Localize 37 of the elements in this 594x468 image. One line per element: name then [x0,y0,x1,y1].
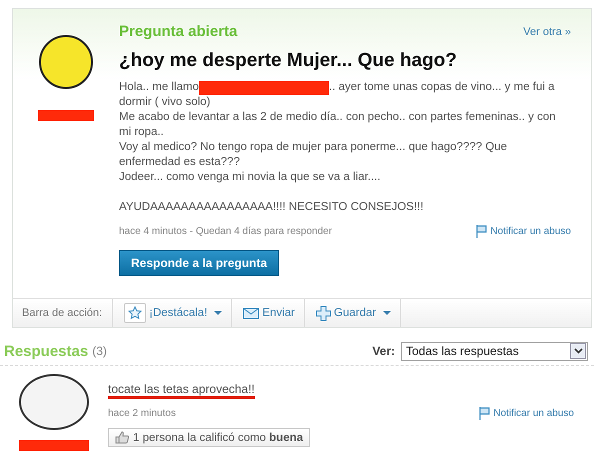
question-meta: hace 4 minutos - Quedan 4 días para responder [119,226,332,237]
question-text: Voy al medico? No tengo ropa de mujer para ponerme... que hago???? Que [119,140,508,155]
question-text: enfermedad es esta??? [119,155,240,170]
redaction-bar [19,440,89,451]
answers-heading: Respuestas [4,342,88,360]
flag-icon [476,225,488,238]
answer-meta: hace 2 minutos [108,408,176,419]
plus-icon [316,306,331,320]
next-question-link[interactable]: Ver otra » [523,26,571,38]
avatar-icon [39,35,93,89]
question-text: Jodeer... como venga mi novia la que se va a liar.... [119,170,380,185]
question-text: .. ayer tome unas copas de vino... y me fui a [328,80,555,95]
caret-icon [383,311,392,315]
thumbs-up-icon [115,431,129,444]
question-text: Me acabo de levantar a las 2 de medio día.. con pecho.. con partes femeninas.. y con [119,110,556,125]
answer-text: tocate las tetas aprovecha!! [108,382,255,399]
action-button[interactable]: Enviar [232,299,305,327]
rating-button[interactable]: 1 persona la calificó como buena [108,428,310,447]
question-status: Pregunta abierta [119,23,238,40]
report-link[interactable]: Notificar un abuso [479,407,574,420]
answer-button[interactable]: Responde a la pregunta [119,250,280,276]
envelope-icon [243,308,260,318]
question-text: mi ropa.. [119,125,164,140]
question-title: ¿hoy me desperte Mujer... Que hago? [119,50,458,72]
flag-icon [479,407,490,420]
action-bar-label: Barra de acción: [13,299,114,327]
action-button[interactable]: ¡Destácala! [113,299,232,327]
question-text: AYUDAAAAAAAAAAAAAAAA!!!! NECESITO CONSEJOS!!! [119,200,424,215]
action-button[interactable]: Guardar [304,299,402,327]
caret-icon [214,311,222,315]
filter-label: Ver: [372,344,395,358]
question-text: dormir ( vivo solo) [119,95,210,110]
report-link[interactable]: Notificar un abuso [476,225,571,238]
filter-dropdown[interactable]: Todas las respuestas [401,342,588,360]
redaction-bar [38,110,94,121]
answers-count: (3) [92,344,107,358]
question-text: Hola.. me llamo [119,80,199,95]
